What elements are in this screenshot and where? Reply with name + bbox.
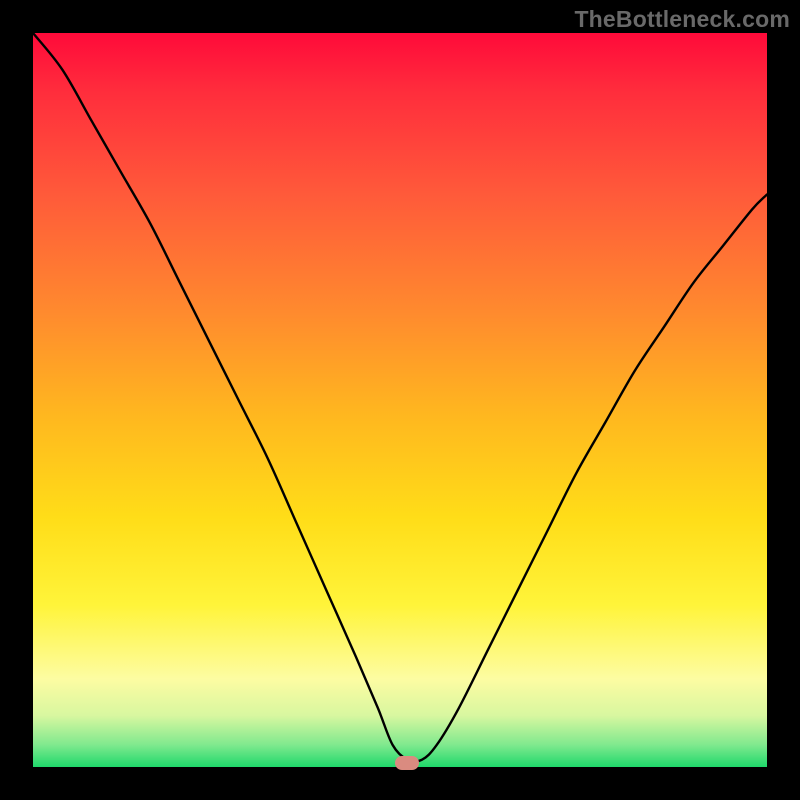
plot-area xyxy=(33,33,767,767)
chart-stage: TheBottleneck.com xyxy=(0,0,800,800)
minimum-marker xyxy=(395,756,419,770)
bottleneck-curve xyxy=(33,33,767,767)
attribution-text: TheBottleneck.com xyxy=(574,6,790,33)
